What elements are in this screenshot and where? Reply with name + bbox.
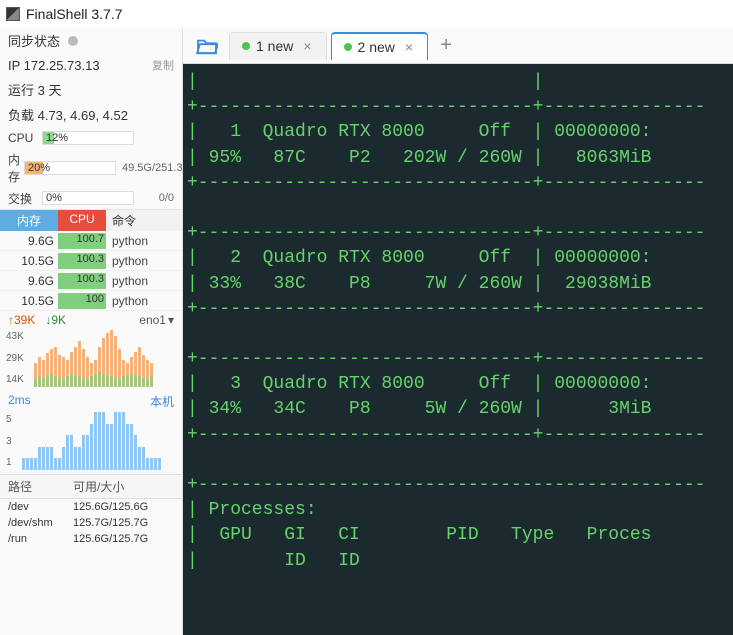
mem-bar: 20% — [24, 161, 116, 175]
folder-open-icon — [196, 37, 218, 55]
interface-select[interactable]: eno1 ▾ — [139, 313, 174, 327]
proc-header-mem[interactable]: 内存 — [0, 210, 58, 231]
cpu-pct: 12% — [43, 132, 68, 144]
table-row[interactable]: 10.5G100python — [0, 291, 182, 311]
network-chart: 43K 29K 14K — [6, 329, 176, 387]
proc-cmd: python — [106, 234, 182, 248]
proc-mem: 9.6G — [0, 234, 58, 248]
proc-mem: 10.5G — [0, 294, 58, 308]
list-item[interactable]: /dev/shm125.7G/125.7G — [0, 515, 182, 531]
cpu-label: CPU — [8, 131, 38, 145]
filesystem-header: 路径 可用/大小 — [0, 474, 182, 499]
open-folder-button[interactable] — [189, 32, 225, 60]
sync-status-row: 同步状态 — [0, 28, 182, 53]
fs-header-path[interactable]: 路径 — [8, 478, 73, 495]
app-title: FinalShell 3.7.7 — [26, 6, 123, 22]
swap-bar: 0% — [42, 191, 134, 205]
close-icon[interactable]: × — [405, 39, 413, 55]
fs-header-size[interactable]: 可用/大小 — [73, 478, 174, 495]
ping-dest[interactable]: 本机 — [150, 393, 174, 410]
mem-meter: 内存 20% 49.5G/251.3G — [0, 149, 182, 187]
tab-label: 2 new — [358, 39, 395, 55]
ping-latency: 2ms — [8, 393, 31, 410]
proc-cpu: 100.7 — [58, 233, 106, 249]
list-item[interactable]: /dev125.6G/125.6G — [0, 499, 182, 515]
net-down: ↓9K — [45, 313, 66, 327]
load-row: 负载 4.73, 4.69, 4.52 — [0, 102, 182, 127]
list-item[interactable]: /run125.6G/125.7G — [0, 531, 182, 547]
mem-label: 内存 — [8, 151, 20, 185]
net-up: ↑39K — [8, 313, 35, 327]
ping-chart: 5 3 1 — [6, 412, 176, 470]
titlebar: FinalShell 3.7.7 — [0, 0, 733, 28]
table-row[interactable]: 9.6G100.3python — [0, 271, 182, 291]
app-icon — [6, 7, 20, 21]
ping-header: 2ms 本机 — [0, 391, 182, 412]
proc-cpu: 100.3 — [58, 253, 106, 269]
proc-cmd: python — [106, 294, 182, 308]
swap-label: 交换 — [8, 190, 38, 207]
uptime-value: 运行 3 天 — [8, 80, 61, 99]
status-dot-icon — [242, 42, 250, 50]
proc-cpu: 100.3 — [58, 273, 106, 289]
new-tab-button[interactable]: + — [432, 32, 460, 60]
cpu-bar: 12% — [42, 131, 134, 145]
close-icon[interactable]: × — [303, 38, 311, 54]
terminal-output[interactable]: | | +-------------------------------+---… — [183, 64, 733, 635]
ip-row: IP 172.25.73.13 复制 — [0, 53, 182, 77]
status-dot-icon — [68, 36, 78, 46]
mem-pct: 20% — [25, 162, 50, 174]
proc-cpu: 100 — [58, 293, 106, 309]
ip-value: IP 172.25.73.13 — [8, 58, 100, 73]
swap-meter: 交换 0% 0/0 — [0, 187, 182, 209]
tab-label: 1 new — [256, 38, 293, 54]
load-value: 负载 4.73, 4.69, 4.52 — [8, 105, 128, 124]
cpu-meter: CPU 12% — [0, 127, 182, 149]
table-row[interactable]: 9.6G100.7python — [0, 231, 182, 251]
network-stats: ↑39K ↓9K eno1 ▾ — [0, 311, 182, 329]
proc-mem: 10.5G — [0, 254, 58, 268]
proc-header-cpu[interactable]: CPU — [58, 210, 106, 231]
proc-cmd: python — [106, 254, 182, 268]
mem-extra: 49.5G/251.3G — [122, 162, 183, 174]
proc-mem: 9.6G — [0, 274, 58, 288]
tabbar: 1 new × 2 new × + — [183, 28, 733, 64]
status-dot-icon — [344, 43, 352, 51]
tab-2[interactable]: 2 new × — [331, 32, 429, 60]
swap-extra: 0/0 — [159, 192, 174, 204]
chevron-down-icon: ▾ — [168, 313, 174, 327]
uptime-row: 运行 3 天 — [0, 77, 182, 102]
process-header: 内存 CPU 命令 — [0, 210, 182, 231]
swap-pct: 0% — [43, 192, 62, 204]
process-table: 内存 CPU 命令 9.6G100.7python10.5G100.3pytho… — [0, 209, 182, 311]
copy-button[interactable]: 复制 — [152, 57, 174, 73]
tab-1[interactable]: 1 new × — [229, 32, 327, 60]
proc-header-cmd[interactable]: 命令 — [106, 210, 182, 231]
proc-cmd: python — [106, 274, 182, 288]
content-area: 1 new × 2 new × + | | +-----------------… — [183, 28, 733, 635]
sync-label: 同步状态 — [8, 31, 60, 50]
table-row[interactable]: 10.5G100.3python — [0, 251, 182, 271]
sidebar: 同步状态 IP 172.25.73.13 复制 运行 3 天 负载 4.73, … — [0, 28, 183, 635]
